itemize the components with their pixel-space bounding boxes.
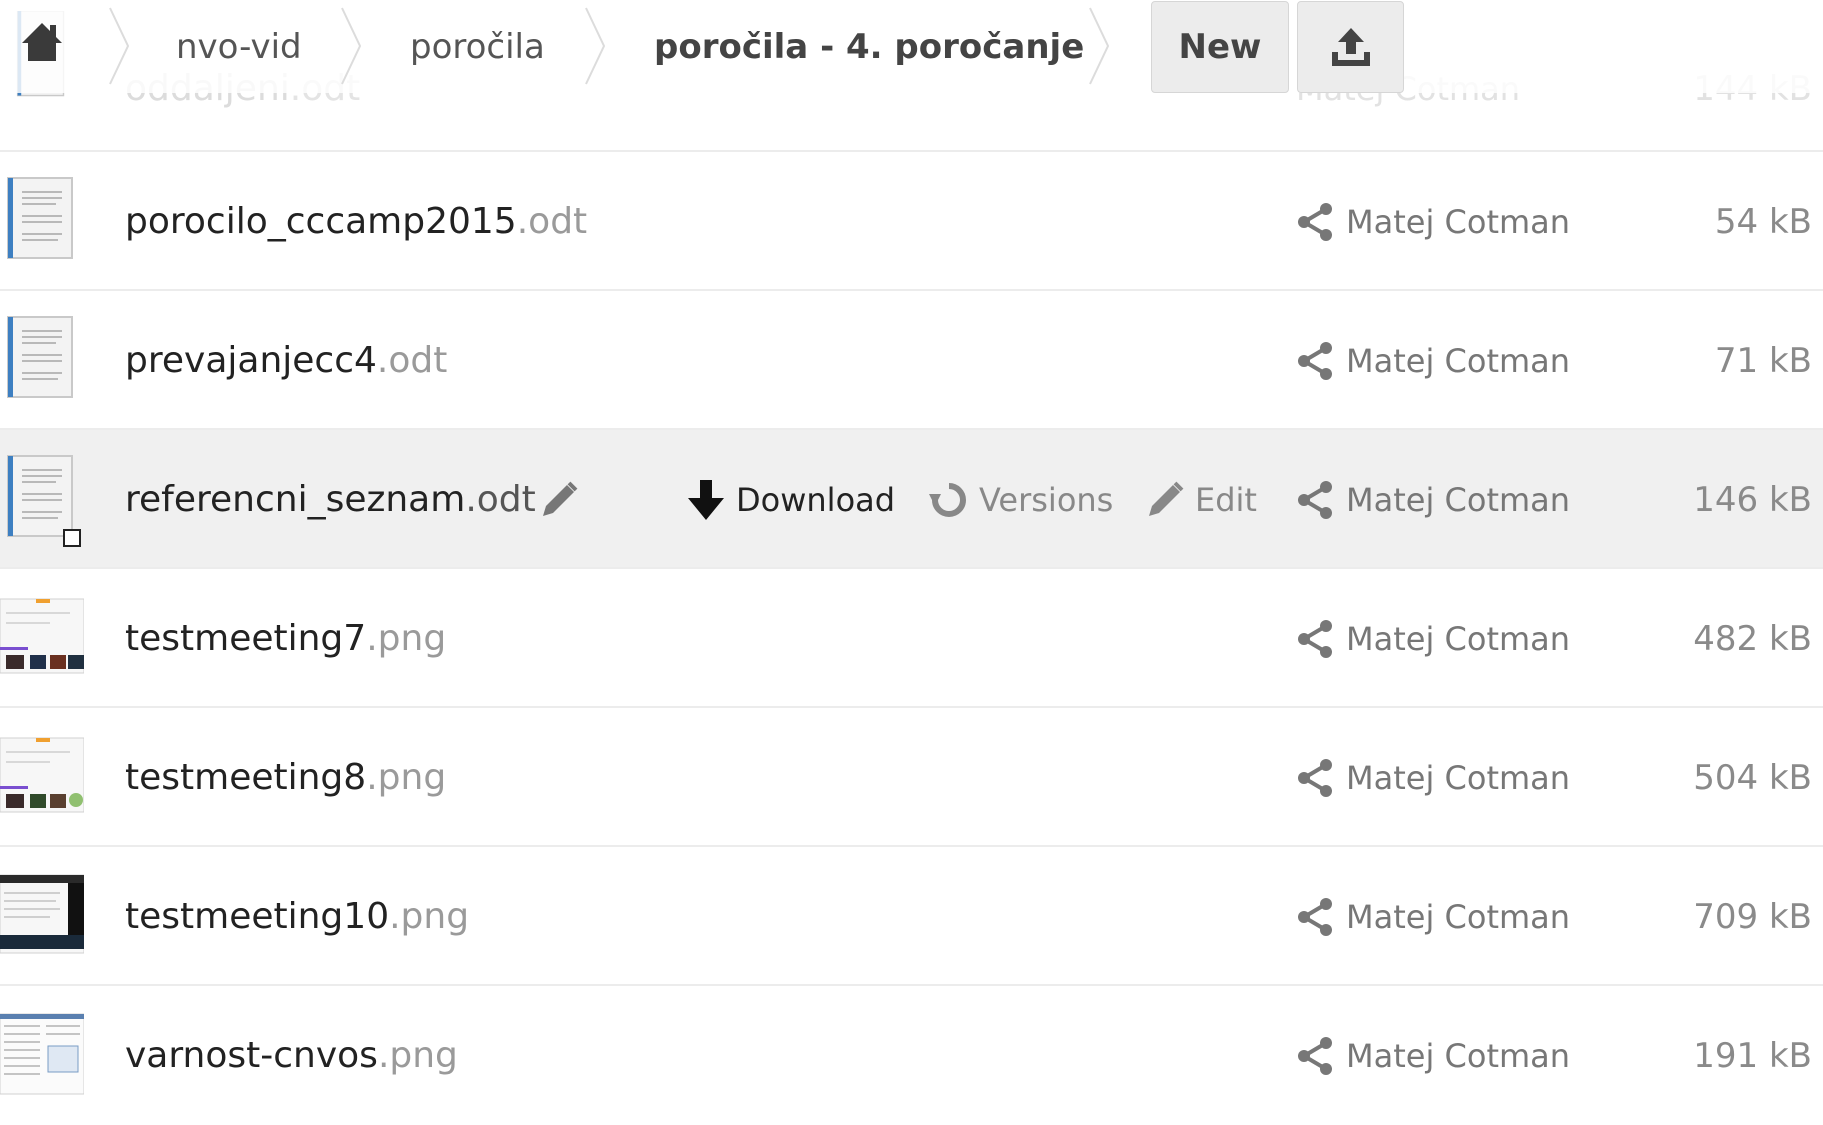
share-link[interactable]: Matej Cotman [1296,291,1570,430]
breadcrumb-item-porocila[interactable]: poročila [410,0,545,93]
download-button[interactable]: Download [686,430,895,569]
share-icon [1298,897,1332,936]
file-size: 146 kB [1693,479,1812,520]
edit-button[interactable]: Edit [1145,430,1257,569]
home-icon [22,23,62,61]
download-icon [688,479,724,520]
file-name[interactable]: testmeeting10 .png [125,847,469,986]
file-size: 191 kB [1693,1035,1812,1076]
upload-button[interactable] [1297,1,1404,93]
breadcrumb-bar: nvo-vid poročila poročila - 4. poročanje… [0,0,1823,93]
breadcrumb-separator-icon [341,7,362,85]
share-link[interactable]: Matej Cotman [1296,430,1570,569]
file-size: 482 kB [1693,618,1812,659]
document-thumbnail-icon [7,177,73,259]
file-name[interactable]: varnost-cnvos .png [125,986,458,1125]
file-name[interactable]: testmeeting8 .png [125,708,446,847]
file-list: oddaljeni.odt Matej Cotman 144 kB poroci… [0,11,1823,1125]
file-name[interactable]: referencni_seznam .odt [125,430,536,569]
share-link[interactable]: Matej Cotman [1296,847,1570,986]
file-row-prevajanjecc4[interactable]: prevajanjecc4 .odt Matej Cotman 71 kB [0,291,1823,430]
share-icon [1298,341,1332,380]
image-thumbnail-icon [0,1013,84,1095]
breadcrumb-separator-icon [1089,7,1110,85]
versions-button[interactable]: Versions [929,430,1113,569]
share-link[interactable]: Matej Cotman [1296,708,1570,847]
file-row-porocilo-cccamp2015[interactable]: porocilo_cccamp2015 .odt Matej Cotman 54 … [0,152,1823,291]
file-size: 71 kB [1714,340,1812,381]
select-checkbox[interactable] [63,529,81,547]
document-thumbnail-icon [7,455,73,537]
share-icon [1298,619,1332,658]
share-icon [1298,202,1332,241]
image-thumbnail-icon [0,598,84,674]
file-name[interactable]: prevajanjecc4 .odt [125,291,447,430]
share-link[interactable]: Matej Cotman [1296,152,1570,291]
share-link[interactable]: Matej Cotman [1296,569,1570,708]
document-thumbnail-icon [7,316,73,398]
file-name[interactable]: porocilo_cccamp2015 .odt [125,152,587,291]
share-icon [1298,1036,1332,1075]
file-size: 709 kB [1693,896,1812,937]
share-icon [1298,758,1332,797]
image-thumbnail-icon [0,874,84,954]
pencil-icon [1149,481,1184,516]
breadcrumb-item-nvo-vid[interactable]: nvo-vid [176,0,302,93]
history-icon [929,482,966,517]
new-button[interactable]: New [1151,1,1289,93]
upload-icon [1331,28,1370,66]
home-button[interactable] [18,18,66,66]
breadcrumb-separator-icon [109,7,130,85]
rename-button[interactable] [538,479,580,521]
file-row-referencni-seznam[interactable]: referencni_seznam .odt Download Versions … [0,430,1823,569]
file-row-testmeeting7[interactable]: testmeeting7 .png Matej Cotman 482 kB [0,569,1823,708]
share-icon [1298,480,1332,519]
share-link[interactable]: Matej Cotman [1296,986,1570,1125]
pencil-icon [543,481,578,516]
file-size: 54 kB [1714,201,1812,242]
file-row-varnost-cnvos[interactable]: varnost-cnvos .png Matej Cotman 191 kB [0,986,1823,1125]
image-thumbnail-icon [0,737,84,813]
file-size: 504 kB [1693,757,1812,798]
file-name[interactable]: testmeeting7 .png [125,569,446,708]
breadcrumb-item-current[interactable]: poročila - 4. poročanje [654,0,1084,93]
file-row-testmeeting8[interactable]: testmeeting8 .png Matej Cotman 504 kB [0,708,1823,847]
breadcrumb-separator-icon [585,7,606,85]
file-row-testmeeting10[interactable]: testmeeting10 .png Matej Cotman 709 kB [0,847,1823,986]
